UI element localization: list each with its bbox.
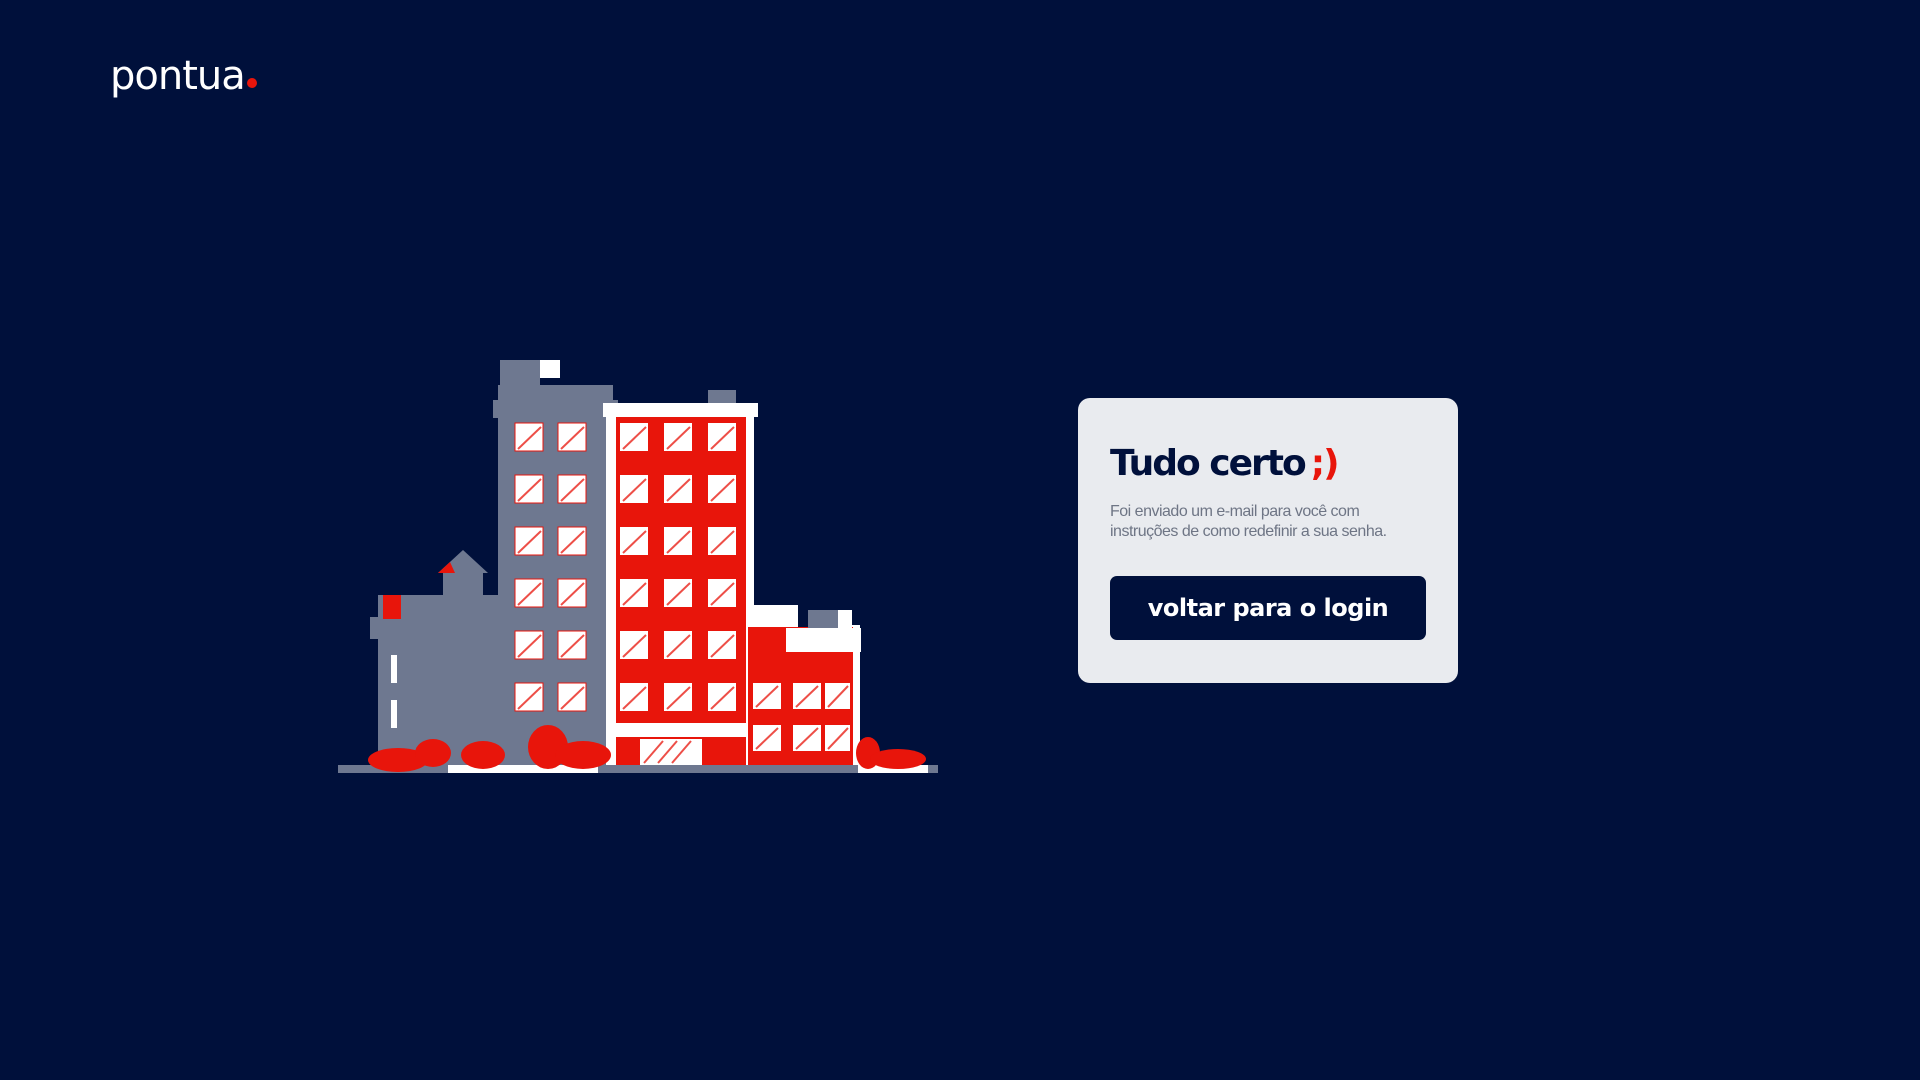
back-to-login-button[interactable]: voltar para o login [1110,575,1426,640]
card-title: Tudo certo;) [1110,444,1426,484]
confirmation-card: Tudo certo;) Foi enviado um e-mail para … [1078,398,1458,683]
page: pontua Tudo certo ;) Foi enviado um e-ma… [0,0,1920,1080]
pontua-logo[interactable]: pontua [110,46,257,96]
logo-text: pontua [110,53,246,99]
logo-dot-icon [246,78,257,88]
title-emoticon: ;) [1310,443,1340,484]
card-title-text: Tudo certo [1110,443,1307,484]
city-buildings-illustration [338,360,938,773]
card-message: Foi enviado um e-mail para você com inst… [1110,502,1387,540]
